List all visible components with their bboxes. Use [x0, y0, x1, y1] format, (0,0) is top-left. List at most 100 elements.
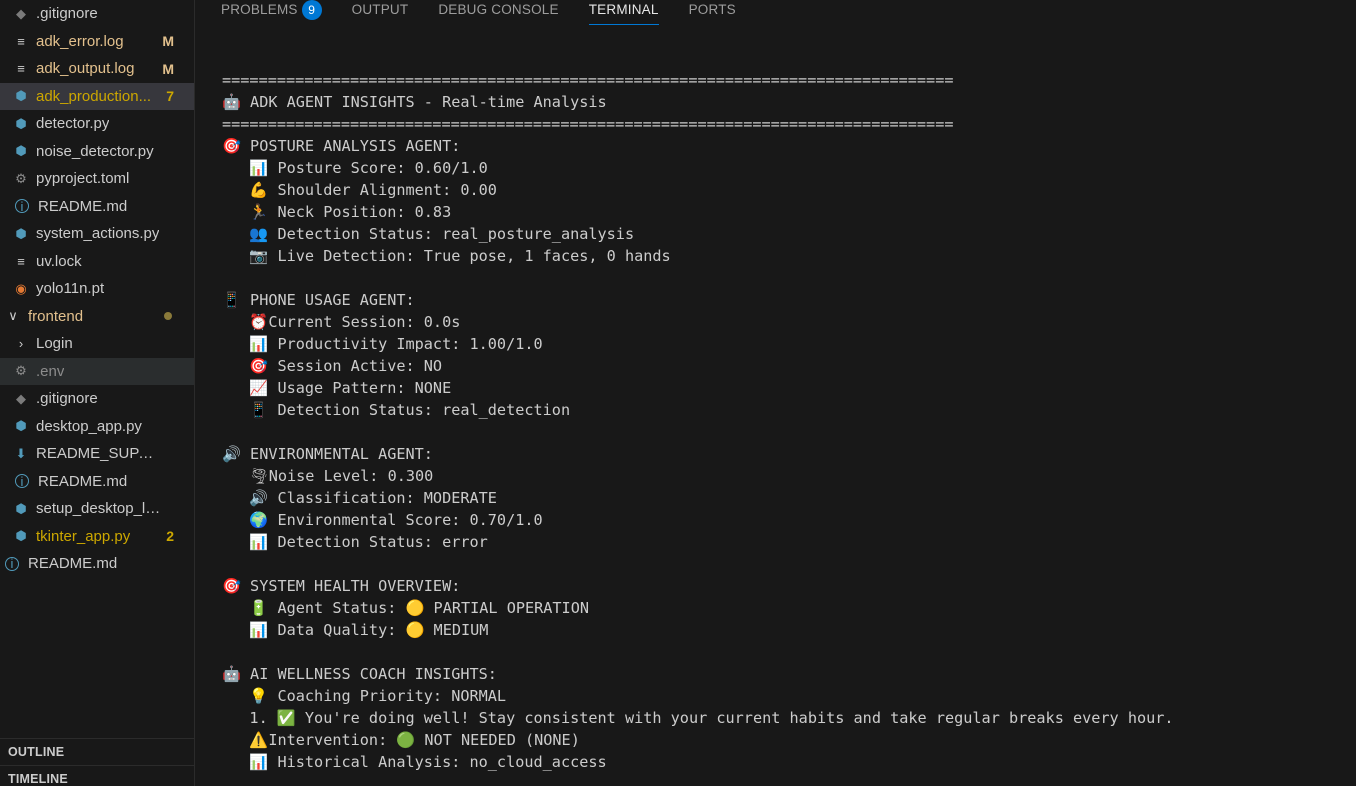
terminal-line: 🎯 POSTURE ANALYSIS AGENT:	[222, 137, 461, 155]
terminal-line: ========================================…	[222, 115, 954, 133]
tab-label: PROBLEMS	[221, 2, 298, 17]
terminal-line: 📱 Detection Status: real_detection	[222, 401, 571, 419]
file-tree: ◆ .gitignore ≡ adk_error.log M ≡ adk_output.lo…	[0, 0, 194, 578]
file-tree-item-label: setup_desktop_laun...	[36, 500, 162, 518]
tab-label: PORTS	[688, 2, 736, 17]
terminal-line: 📊 Data Quality: 🟡 MEDIUM	[222, 621, 489, 639]
download-icon: ⬇	[15, 445, 27, 461]
terminal-line: 🏃 Neck Position: 0.83	[222, 203, 452, 221]
file-tree-item[interactable]: ◆ .gitignore	[0, 0, 194, 28]
file-tree-item[interactable]: i README.md	[0, 193, 194, 221]
python-icon: ⬢	[15, 143, 27, 159]
terminal-line: 📱 PHONE USAGE AGENT:	[222, 291, 415, 309]
file-tree-item[interactable]: ⬢ adk_production... 7	[0, 82, 194, 110]
python-icon: ⬢	[15, 500, 27, 516]
git-icon: ◆	[16, 5, 26, 21]
terminal-line: 🎯 Session Active: NO	[222, 357, 443, 375]
terminal-line: 📊 Historical Analysis: no_cloud_access	[222, 753, 607, 771]
tab-problems[interactable]: PROBLEMS 9	[221, 0, 322, 26]
outline-section-header[interactable]: OUTLINE	[0, 738, 194, 764]
terminal-line: 🔊 Classification: MODERATE	[222, 489, 497, 507]
explorer-sidebar: ◆ .gitignore ≡ adk_error.log M ≡ adk_output.lo…	[0, 0, 195, 786]
file-tree-item[interactable]: › Login	[0, 330, 194, 358]
terminal-line: 📊 Detection Status: error	[222, 533, 488, 551]
terminal-line: 🌪Noise Level: 0.300	[222, 467, 434, 485]
file-tree-item[interactable]: ≡ adk_error.log M	[0, 28, 194, 56]
file-tree-item-label: pyproject.toml	[36, 170, 130, 188]
file-tree-item-label: noise_detector.py	[36, 142, 154, 160]
file-tree-item[interactable]: ◆ .gitignore	[0, 385, 194, 413]
terminal-line: 📷 Live Detection: True pose, 1 faces, 0 …	[222, 247, 671, 265]
file-tree-item-label: README_SUPABASE...	[36, 445, 162, 463]
git-status-badge: 2	[166, 528, 174, 545]
file-tree-item[interactable]: ⚙ pyproject.toml	[0, 165, 194, 193]
bottom-panel: PROBLEMS 9 OUTPUT DEBUG CONSOLE TERMINAL PORT…	[195, 0, 1356, 786]
python-icon: ⬢	[15, 418, 27, 434]
tab-ports[interactable]: PORTS	[689, 0, 736, 26]
terminal-line: 🔋 Agent Status: 🟡 PARTIAL OPERATION	[222, 599, 589, 617]
info-icon: i	[15, 199, 29, 214]
gear-icon: ⚙	[15, 170, 27, 186]
gear-icon: ⚙	[15, 363, 27, 379]
file-tree-item[interactable]: i README.md	[0, 468, 194, 496]
file-tree-item-label: adk_production...	[36, 87, 152, 105]
file-tree-item-label: .gitignore	[36, 5, 98, 23]
file-tree-item[interactable]: ⬢ setup_desktop_laun...	[0, 495, 194, 523]
log-file-icon: ≡	[17, 61, 25, 77]
file-tree-item[interactable]: ◉ yolo11n.pt	[0, 275, 194, 303]
problems-count-badge: 9	[301, 0, 322, 20]
timeline-section-header[interactable]: TIMELINE	[0, 765, 194, 786]
terminal-line: 🤖 ADK AGENT INSIGHTS - Real-time Analysi…	[222, 93, 607, 111]
file-tree-item-label: desktop_app.py	[36, 417, 142, 435]
info-icon: i	[15, 474, 29, 489]
file-tree-item-label: detector.py	[36, 115, 110, 133]
python-icon: ⬢	[15, 528, 27, 544]
file-tree-item[interactable]: ⬢ desktop_app.py	[0, 413, 194, 441]
terminal-line: ========================================…	[222, 71, 954, 89]
git-icon: ◆	[16, 390, 26, 406]
info-icon: i	[5, 556, 19, 571]
file-tree-item-label: tkinter_app.py	[36, 527, 131, 545]
file-tree-item-label: yolo11n.pt	[36, 280, 105, 298]
file-tree-item[interactable]: i README.md	[0, 550, 194, 578]
python-icon: ⬢	[15, 115, 27, 131]
tab-label: OUTPUT	[351, 2, 409, 17]
file-tree-item[interactable]: ⚙ .env	[0, 357, 194, 385]
file-tree-item[interactable]: ∨ frontend	[0, 303, 194, 331]
file-tree-item-label: adk_output.log	[36, 60, 135, 78]
file-tree-item-label: README.md	[38, 197, 128, 215]
outline-label: OUTLINE	[8, 744, 65, 759]
file-tree-item-label: system_actions.py	[36, 225, 160, 243]
terminal-line: 🌍 Environmental Score: 0.70/1.0	[222, 511, 543, 529]
file-tree-item[interactable]: ⬢ system_actions.py	[0, 220, 194, 248]
tab-debug-console[interactable]: DEBUG CONSOLE	[438, 0, 558, 26]
tab-label: TERMINAL	[588, 2, 659, 17]
file-tree-item-label: frontend	[28, 307, 84, 325]
terminal-line: 📊 Productivity Impact: 1.00/1.0	[222, 335, 543, 353]
terminal-line: 🔊 ENVIRONMENTAL AGENT:	[222, 445, 433, 463]
terminal-output[interactable]: ========================================…	[222, 69, 1356, 786]
file-tree-item[interactable]: ⬢ noise_detector.py	[0, 138, 194, 166]
terminal-line: 1. ✅ You're doing well! Stay consistent …	[222, 709, 1174, 727]
python-icon: ⬢	[15, 225, 27, 241]
file-tree-item-label: README.md	[38, 472, 128, 490]
tab-terminal[interactable]: TERMINAL	[588, 0, 659, 25]
panel-tabs: PROBLEMS 9 OUTPUT DEBUG CONSOLE TERMINAL PORT…	[221, 0, 766, 26]
python-icon: ⬢	[15, 88, 27, 104]
tab-output[interactable]: OUTPUT	[352, 0, 409, 26]
git-status-badge: M	[162, 33, 174, 50]
file-tree-item[interactable]: ⬢ tkinter_app.py 2	[0, 523, 194, 551]
file-tree-item-label: adk_error.log	[36, 32, 124, 50]
file-tree-item[interactable]: ≡ adk_output.log M	[0, 55, 194, 83]
terminal-line: ⏰Current Session: 0.0s	[222, 313, 461, 331]
terminal-line: 👥 Detection Status: real_posture_analysi…	[222, 225, 635, 243]
terminal-line: 💡 Coaching Priority: NORMAL	[222, 687, 507, 705]
timeline-label: TIMELINE	[8, 771, 68, 786]
file-tree-item[interactable]: ⬇ README_SUPABASE...	[0, 440, 194, 468]
file-tree-item[interactable]: ≡ uv.lock	[0, 248, 194, 276]
terminal-line: ⚠️Intervention: 🟢 NOT NEEDED (NONE)	[222, 731, 580, 749]
file-tree-item[interactable]: ⬢ detector.py	[0, 110, 194, 138]
